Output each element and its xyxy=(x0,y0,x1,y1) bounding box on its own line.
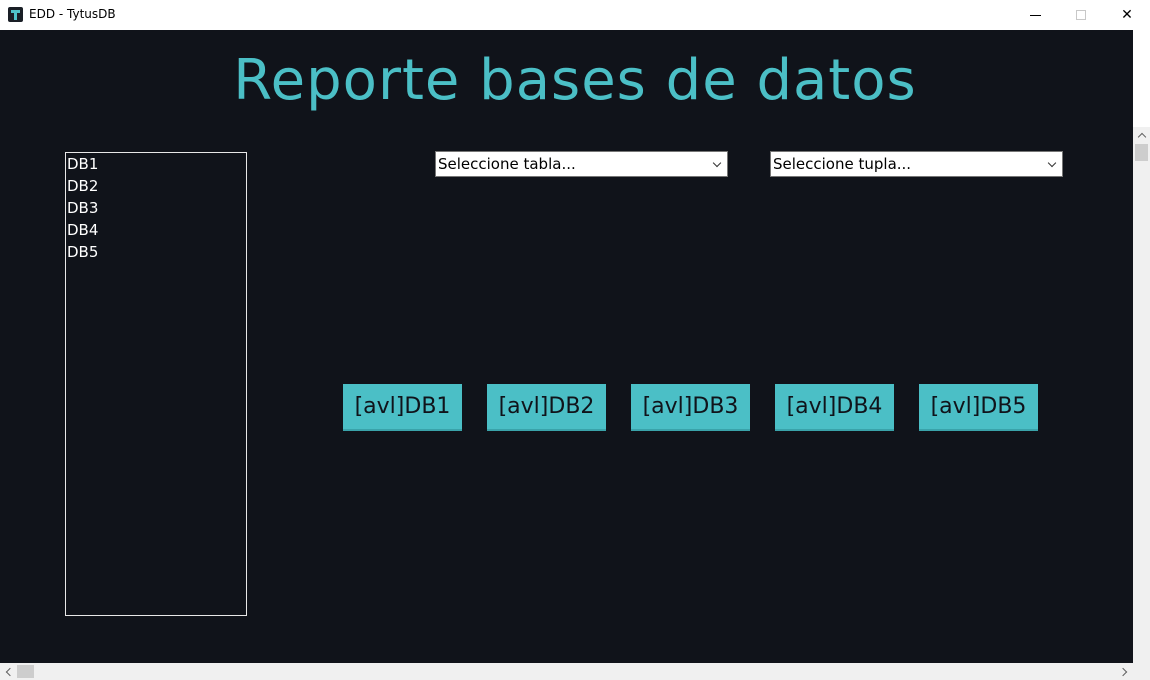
chevron-up-icon xyxy=(1137,132,1146,142)
scrollbar-gutter xyxy=(1133,30,1150,127)
avl-db4-button[interactable]: [avl]DB4 xyxy=(775,384,894,431)
tuple-select[interactable]: Seleccione tupla... xyxy=(770,151,1063,177)
chevron-right-icon xyxy=(1118,667,1128,676)
table-select[interactable]: Seleccione tabla... xyxy=(435,151,728,177)
maximize-button[interactable] xyxy=(1058,0,1104,30)
avl-db1-button[interactable]: [avl]DB1 xyxy=(343,384,462,431)
main-canvas: Reporte bases de datos DB1 DB2 DB3 DB4 D… xyxy=(0,30,1133,663)
table-select-value: Seleccione tabla... xyxy=(438,155,576,173)
window-title: EDD - TytusDB xyxy=(29,7,116,21)
avl-db5-button[interactable]: [avl]DB5 xyxy=(919,384,1038,431)
scroll-left-button[interactable] xyxy=(0,663,17,680)
database-list-item[interactable]: DB2 xyxy=(66,175,246,197)
window-titlebar: EDD - TytusDB ✕ xyxy=(0,0,1150,30)
horizontal-scrollbar[interactable] xyxy=(0,663,1150,680)
close-icon: ✕ xyxy=(1121,7,1133,23)
database-list-item[interactable]: DB1 xyxy=(66,153,246,175)
minimize-button[interactable] xyxy=(1012,0,1058,30)
app-logo-icon xyxy=(8,7,23,22)
close-button[interactable]: ✕ xyxy=(1104,0,1150,30)
horizontal-scroll-thumb[interactable] xyxy=(17,665,34,678)
database-list-item[interactable]: DB3 xyxy=(66,197,246,219)
chevron-left-icon xyxy=(5,667,15,676)
scroll-right-button[interactable] xyxy=(1116,663,1133,680)
avl-db3-button[interactable]: [avl]DB3 xyxy=(631,384,750,431)
chevron-down-icon xyxy=(1047,158,1057,168)
chevron-down-icon xyxy=(712,158,722,168)
database-list[interactable]: DB1 DB2 DB3 DB4 DB5 xyxy=(65,152,247,616)
page-title: Reporte bases de datos xyxy=(233,48,917,113)
minimize-icon xyxy=(1029,14,1041,16)
database-list-item[interactable]: DB5 xyxy=(66,241,246,263)
vertical-scroll-thumb[interactable] xyxy=(1135,144,1148,161)
maximize-icon xyxy=(1076,10,1086,20)
vertical-scrollbar[interactable] xyxy=(1133,127,1150,663)
avl-db2-button[interactable]: [avl]DB2 xyxy=(487,384,606,431)
scroll-up-button[interactable] xyxy=(1133,127,1150,144)
database-list-item[interactable]: DB4 xyxy=(66,219,246,241)
tuple-select-value: Seleccione tupla... xyxy=(773,155,912,173)
